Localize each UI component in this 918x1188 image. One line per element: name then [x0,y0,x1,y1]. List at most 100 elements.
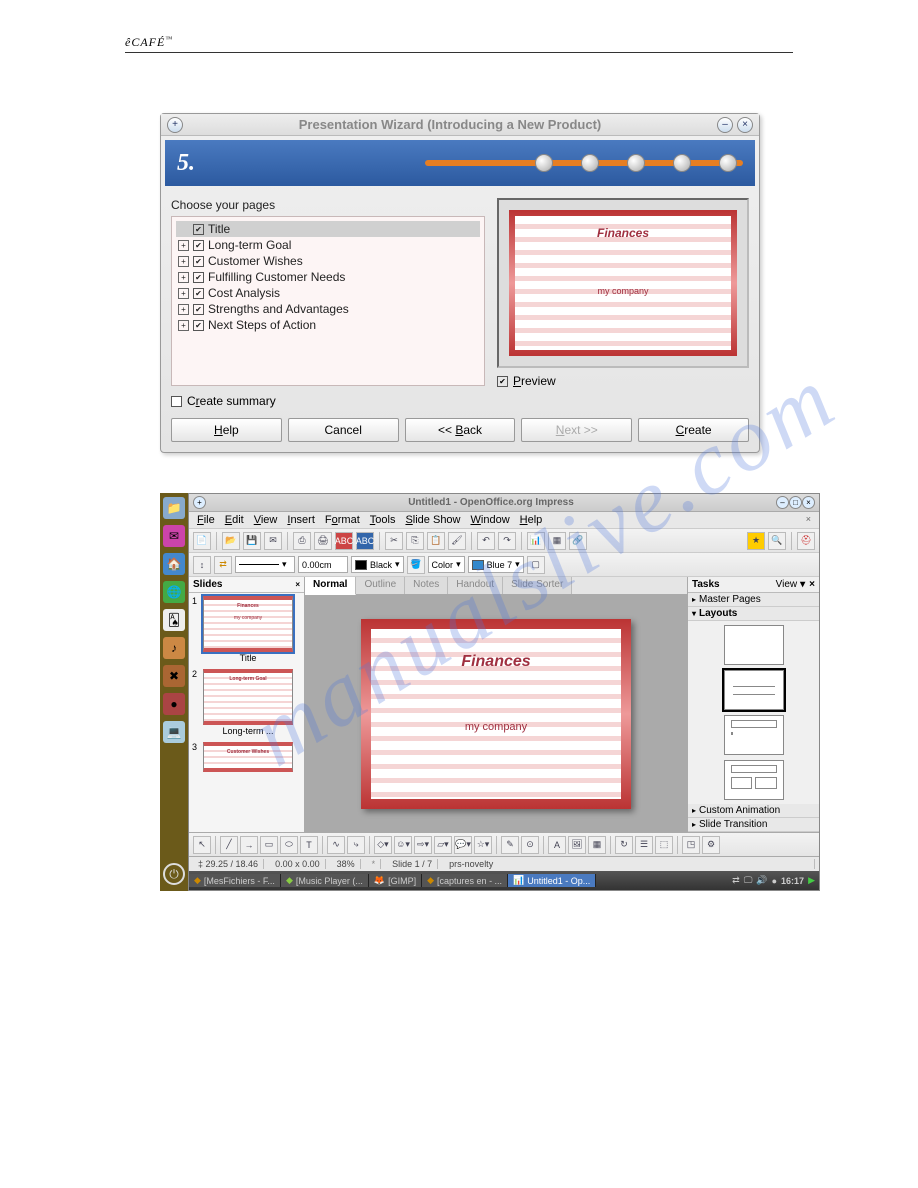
close-icon[interactable]: × [802,496,815,509]
thumb-preview[interactable]: Long-term Goal [203,669,293,725]
help-button[interactable]: Help [171,418,282,442]
expand-icon[interactable]: + [178,320,189,331]
gallery-icon[interactable]: ▦ [588,836,606,854]
close-button[interactable]: × [737,117,753,133]
help-icon[interactable]: ⛑ [797,532,815,550]
laptop-icon[interactable]: 💻 [163,721,185,743]
maximize-icon[interactable]: □ [789,496,802,509]
files-icon[interactable]: 📁 [163,497,185,519]
line-color-select[interactable]: Black▾ [351,556,404,573]
network-icon[interactable]: ⇄ [732,875,740,886]
thumb-preview[interactable]: Financesmy company [203,596,293,652]
expand-icon[interactable]: + [178,272,189,283]
tab-handout[interactable]: Handout [448,577,503,594]
taskbar-item-active[interactable]: 📊Untitled1 - Op... [508,874,596,887]
line-icon[interactable]: ╱ [220,836,238,854]
checkbox-icon[interactable]: ✔ [193,320,204,331]
abc-icon[interactable]: ABC [335,532,353,550]
arrow-line-icon[interactable]: → [240,836,258,854]
rect-icon[interactable]: ▭ [260,836,278,854]
block-arrows-icon[interactable]: ⇨▾ [414,836,432,854]
taskbar-item[interactable]: 🦊[GIMP] [369,874,422,887]
line-dash-select[interactable]: ▾ [235,556,295,573]
shadow-icon[interactable]: ▢ [527,556,545,574]
preview-checkbox[interactable]: ✔ [497,376,508,387]
menu-window[interactable]: Window [471,514,510,526]
page-item[interactable]: +✔Strengths and Advantages [176,301,480,317]
page-item[interactable]: +✔Long-term Goal [176,237,480,253]
slide-thumb-1[interactable]: 1 Financesmy company Title [189,593,304,666]
checkbox-icon[interactable]: ✔ [193,304,204,315]
hyperlink-icon[interactable]: 🔗 [569,532,587,550]
page-item[interactable]: +✔Customer Wishes [176,253,480,269]
current-slide[interactable]: Finances my company [361,619,631,809]
fill-type-select[interactable]: Color▾ [428,556,465,573]
tab-notes[interactable]: Notes [405,577,448,594]
home-icon[interactable]: 🏠 [163,553,185,575]
basic-shapes-icon[interactable]: ◇▾ [374,836,392,854]
minimize-icon[interactable]: – [776,496,789,509]
page-item-title[interactable]: ✔ Title [176,221,480,237]
layout-content[interactable] [724,715,784,755]
save-icon[interactable]: 💾 [243,532,261,550]
battery-icon[interactable]: ● [772,876,777,886]
add-tab-button[interactable]: + [167,117,183,133]
tab-outline[interactable]: Outline [356,577,405,594]
fill-icon[interactable]: 🪣 [407,556,425,574]
mail-icon[interactable]: ✉ [163,525,185,547]
summary-checkbox[interactable] [171,396,182,407]
taskbar-item[interactable]: ◆[Music Player (... [281,874,369,887]
doc-close-icon[interactable]: × [806,514,811,526]
volume-icon[interactable]: 🔊 [756,875,767,886]
menu-format[interactable]: Format [325,514,360,526]
terminal-icon[interactable]: ● [163,693,185,715]
align-icon[interactable]: ☰ [635,836,653,854]
menu-edit[interactable]: Edit [225,514,244,526]
music-icon[interactable]: ♪ [163,637,185,659]
pdf-icon[interactable]: ⎙ [293,532,311,550]
preview-checkbox-row[interactable]: ✔ Preview [497,374,749,388]
create-button[interactable]: Create [638,418,749,442]
star-icon[interactable]: ★ [747,532,765,550]
symbol-shapes-icon[interactable]: ☺▾ [394,836,412,854]
table-icon[interactable]: ▦ [548,532,566,550]
menu-insert[interactable]: Insert [287,514,315,526]
rotate-icon[interactable]: ↻ [615,836,633,854]
cancel-button[interactable]: Cancel [288,418,399,442]
print-icon[interactable]: 🖨 [314,532,332,550]
status-zoom[interactable]: 38% [332,859,361,869]
custom-animation-section[interactable]: ▸Custom Animation [688,804,819,818]
arrow-icon[interactable]: ↕ [193,556,211,574]
abc2-icon[interactable]: ABC [356,532,374,550]
open-icon[interactable]: 📂 [222,532,240,550]
paste-icon[interactable]: 📋 [427,532,445,550]
tab-normal[interactable]: Normal [305,577,356,595]
ellipse-icon[interactable]: ⬭ [280,836,298,854]
layouts-section[interactable]: ▾Layouts [688,607,819,621]
points-icon[interactable]: ✎ [501,836,519,854]
menu-file[interactable]: File [197,514,215,526]
undo-icon[interactable]: ↶ [477,532,495,550]
new-icon[interactable]: 📄 [193,532,211,550]
fill-color-select[interactable]: Blue 7▾ [468,556,524,573]
master-pages-section[interactable]: ▸Master Pages [688,593,819,607]
from-file-icon[interactable]: 🖼 [568,836,586,854]
page-item[interactable]: +✔Fulfilling Customer Needs [176,269,480,285]
checkbox-icon[interactable]: ✔ [193,224,204,235]
page-item[interactable]: +✔Cost Analysis [176,285,480,301]
text-icon[interactable]: T [300,836,318,854]
redo-icon[interactable]: ↷ [498,532,516,550]
copy-icon[interactable]: ⎘ [406,532,424,550]
checkbox-icon[interactable]: ✔ [193,272,204,283]
minimize-button[interactable]: – [717,117,733,133]
taskbar-item[interactable]: ◆[captures en - ... [422,874,508,887]
expand-icon[interactable]: + [178,240,189,251]
slide-thumb-2[interactable]: 2 Long-term Goal Long-term ... [189,666,304,739]
pointer-icon[interactable]: ↖ [193,836,211,854]
mail-icon[interactable]: ✉ [264,532,282,550]
display-icon[interactable]: 🖵 [744,875,753,886]
expand-icon[interactable]: + [178,288,189,299]
page-item[interactable]: +✔Next Steps of Action [176,317,480,333]
zoom-icon[interactable]: 🔍 [768,532,786,550]
show-desktop-icon[interactable]: ▶ [808,875,815,886]
